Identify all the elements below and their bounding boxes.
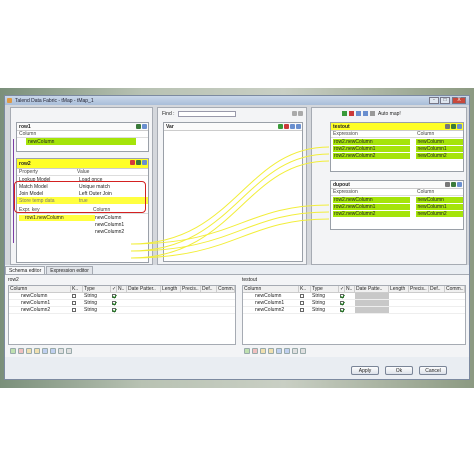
link-line — [130, 146, 330, 245]
table-row[interactable]: newColumn2 String — [243, 307, 465, 314]
export-icon[interactable] — [66, 348, 72, 354]
date-pattern-cell[interactable] — [355, 293, 389, 299]
key-checkbox[interactable] — [300, 294, 304, 298]
schema-left-title: row2 — [8, 277, 19, 283]
window-title: Talend Data Fabric - tMap - tMap_1 — [15, 97, 94, 104]
paste-icon[interactable] — [34, 348, 40, 354]
export-icon[interactable] — [300, 348, 306, 354]
maximize-button[interactable]: □ — [440, 97, 450, 104]
tab-schema-editor[interactable]: Schema editor — [5, 266, 46, 274]
key-checkbox[interactable] — [300, 308, 304, 312]
import-icon[interactable] — [58, 348, 64, 354]
nullable-checkbox[interactable] — [112, 294, 116, 298]
schema-right-toolbar — [244, 348, 306, 354]
table-row[interactable]: newColumn String — [243, 293, 465, 300]
cancel-button[interactable]: Cancel — [419, 366, 447, 375]
remove-icon[interactable] — [252, 348, 258, 354]
copy-icon[interactable] — [26, 348, 32, 354]
tmap-window: Talend Data Fabric - tMap - tMap_1 - □ X… — [4, 95, 470, 380]
table-row[interactable]: newColumn2 String — [9, 307, 235, 314]
nullable-checkbox[interactable] — [112, 301, 116, 305]
key-checkbox[interactable] — [300, 301, 304, 305]
schema-right-header: Column K.. Type ✓ N.. Date Patte.. Lengt… — [243, 286, 465, 293]
link-line — [130, 211, 330, 252]
close-button[interactable]: X — [452, 97, 466, 104]
import-icon[interactable] — [292, 348, 298, 354]
ok-button[interactable]: Ok — [385, 366, 413, 375]
date-pattern-cell[interactable] — [355, 300, 389, 306]
add-icon[interactable] — [10, 348, 16, 354]
apply-button[interactable]: Apply — [351, 366, 379, 375]
editor-tabs: Schema editor Expression editor — [5, 266, 469, 274]
move-down-icon[interactable] — [50, 348, 56, 354]
move-down-icon[interactable] — [284, 348, 290, 354]
table-row[interactable]: newColumn1 String — [243, 300, 465, 307]
remove-icon[interactable] — [18, 348, 24, 354]
schema-right-title: testout — [242, 277, 258, 283]
link-line — [130, 204, 330, 245]
move-up-icon[interactable] — [276, 348, 282, 354]
minimize-button[interactable]: - — [429, 97, 439, 104]
key-checkbox[interactable] — [72, 294, 76, 298]
key-checkbox[interactable] — [72, 301, 76, 305]
mapper-area: row1 Column newColumn row2 Property Valu… — [5, 105, 469, 265]
nullable-checkbox[interactable] — [112, 308, 116, 312]
tab-expression-editor[interactable]: Expression editor — [46, 266, 93, 274]
mapping-links — [130, 146, 330, 259]
app-icon — [7, 98, 12, 103]
add-icon[interactable] — [244, 348, 250, 354]
table-row[interactable]: newColumn String — [9, 293, 235, 300]
paste-icon[interactable] — [268, 348, 274, 354]
schema-left-header: Column K.. Type ✓ N.. Date Patter.. Leng… — [9, 286, 235, 293]
schema-table-right: Column K.. Type ✓ N.. Date Patte.. Lengt… — [242, 285, 466, 345]
nullable-checkbox[interactable] — [340, 301, 344, 305]
nullable-checkbox[interactable] — [340, 294, 344, 298]
key-checkbox[interactable] — [72, 308, 76, 312]
date-pattern-cell[interactable] — [355, 307, 389, 313]
schema-table-left: Column K.. Type ✓ N.. Date Patter.. Leng… — [8, 285, 236, 345]
copy-icon[interactable] — [260, 348, 266, 354]
nullable-checkbox[interactable] — [340, 308, 344, 312]
link-line — [130, 218, 330, 259]
schema-left-toolbar — [10, 348, 72, 354]
move-up-icon[interactable] — [42, 348, 48, 354]
title-bar: Talend Data Fabric - tMap - tMap_1 — [5, 96, 469, 105]
table-row[interactable]: newColumn1 String — [9, 300, 235, 307]
schema-editor: row2 Column K.. Type ✓ N.. Date Patter..… — [5, 274, 469, 357]
